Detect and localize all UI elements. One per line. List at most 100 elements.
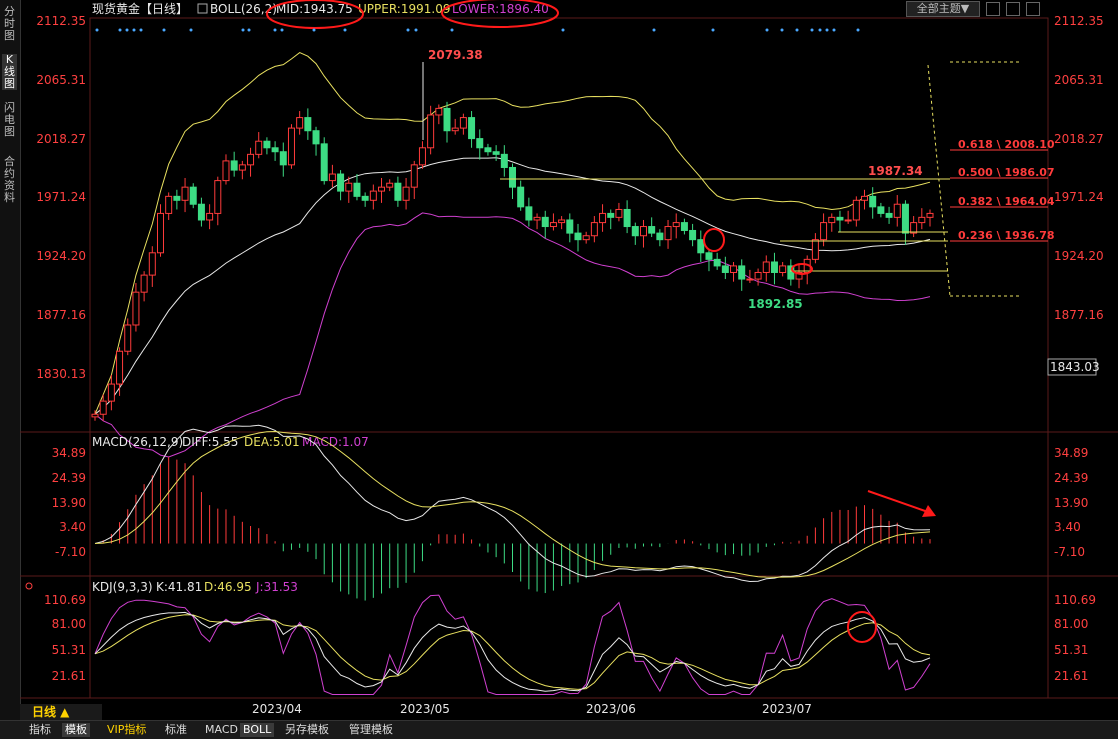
candle-body <box>156 212 164 254</box>
kdj-tick: 51.31 <box>1054 643 1088 657</box>
candle-body <box>762 261 770 273</box>
tab-standard[interactable]: 标准 <box>162 723 190 737</box>
tab-macd[interactable]: MACD <box>202 723 241 737</box>
chart-area[interactable]: 现货黄金【日线】 BOLL(26,2) MID:1943.75 UPPER:19… <box>0 0 1118 720</box>
tab-manage-template[interactable]: 管理模板 <box>346 723 396 737</box>
kdj-settings-icon[interactable] <box>25 582 33 590</box>
macd-title: MACD(26,12,9) <box>92 435 183 449</box>
kdj-tick-left: 81.00 <box>52 617 86 631</box>
candle-body <box>116 350 124 385</box>
marker-circle <box>703 228 725 252</box>
candle-body <box>656 232 664 241</box>
price-tick: 1877.16 <box>1054 308 1104 322</box>
window-settings-icon[interactable] <box>986 2 1000 16</box>
candle-body <box>402 186 410 201</box>
kdj-tick-left: 110.69 <box>44 593 86 607</box>
tab-template[interactable]: 模板 <box>62 723 90 737</box>
candle-body <box>607 212 615 218</box>
window-minimize-icon[interactable] <box>1006 2 1020 16</box>
price-tick-left: 1924.20 <box>36 249 86 263</box>
candle-body <box>623 208 631 228</box>
candle-body <box>271 147 279 153</box>
macd-tick: -7.10 <box>1054 545 1085 559</box>
candle-body <box>492 151 500 155</box>
macd-dea-label: DEA:5.01 <box>244 435 300 449</box>
tab-save-template[interactable]: 另存模板 <box>282 723 332 737</box>
candle-body <box>99 400 107 415</box>
macd-tick-left: 24.39 <box>52 471 86 485</box>
candle-body <box>345 182 353 192</box>
candle-body <box>877 206 885 214</box>
macd-tick: 13.90 <box>1054 496 1088 510</box>
candle-body <box>631 226 639 237</box>
candle-body <box>263 140 271 149</box>
candle-body <box>91 413 99 418</box>
candle-body <box>558 219 566 224</box>
candle-body <box>509 166 516 188</box>
price-axis-left: 2112.35 2065.31 2018.27 1971.24 1924.20 … <box>36 14 86 381</box>
candle-body <box>279 151 287 166</box>
signal-dot <box>765 28 769 32</box>
price-tick: 2065.31 <box>1054 73 1104 87</box>
candle-body <box>328 173 336 182</box>
candle-body <box>124 324 132 352</box>
candle-body <box>689 229 697 241</box>
candle-body <box>222 160 230 182</box>
x-label: 2023/07 <box>762 702 812 716</box>
candle-body <box>639 226 647 237</box>
candle-body <box>296 117 304 129</box>
candle-body <box>901 203 909 234</box>
trend-arrow-line <box>867 490 929 513</box>
candle-body <box>435 107 443 116</box>
candle-body <box>730 265 738 273</box>
candle-body <box>459 117 467 129</box>
theme-select-button[interactable]: 全部主题▼ <box>906 1 980 17</box>
candle-body <box>140 274 148 293</box>
macd-tick-left: 34.89 <box>52 446 86 460</box>
macd-tick: 34.89 <box>1054 446 1088 460</box>
candle-body <box>410 164 418 188</box>
candle-body <box>754 271 762 280</box>
boll-upper-label: UPPER:1991.09 <box>358 2 450 16</box>
local-high-annotation: 1987.34 <box>868 164 923 178</box>
period-selector[interactable]: 日线 ▲ <box>20 704 102 720</box>
macd-tick: 24.39 <box>1054 471 1088 485</box>
tab-indicator[interactable]: 指标 <box>26 723 54 737</box>
candle-body <box>214 180 222 214</box>
candle-body <box>287 127 295 166</box>
candle-body <box>926 212 934 218</box>
kdj-d-label: D:46.95 <box>204 580 252 594</box>
candle-body <box>394 182 402 201</box>
kdj-j-label: J:31.53 <box>255 580 298 594</box>
price-tick-left: 2018.27 <box>36 132 86 146</box>
signal-dot <box>561 28 565 32</box>
kdj-axis-left: 110.69 81.00 51.31 21.61 <box>44 593 86 683</box>
signal-dot <box>414 28 418 32</box>
candle-body <box>525 206 533 221</box>
signal-dot <box>856 28 860 32</box>
candle-body <box>468 117 476 140</box>
candle-body <box>590 222 598 237</box>
candle-body <box>828 216 836 224</box>
candle-body <box>820 222 828 241</box>
candle-body <box>893 203 901 218</box>
candle-body <box>476 138 484 149</box>
kdj-tick: 21.61 <box>1054 669 1088 683</box>
tab-boll[interactable]: BOLL <box>240 723 275 737</box>
candle-body <box>811 239 819 260</box>
window-close-icon[interactable] <box>1026 2 1040 16</box>
macd-tick-left: 13.90 <box>52 496 86 510</box>
x-label: 2023/06 <box>586 702 636 716</box>
kdj-tick: 110.69 <box>1054 593 1096 607</box>
candle-body <box>672 222 680 228</box>
candle-body <box>238 164 246 171</box>
candle-body <box>181 186 189 201</box>
signal-dot <box>795 28 799 32</box>
candle-body <box>173 195 181 201</box>
signal-dot <box>832 28 836 32</box>
tab-vip-indicator[interactable]: VIP指标 <box>104 723 149 737</box>
signal-dot <box>312 28 316 32</box>
signal-dot <box>810 28 814 32</box>
macd-axis-right: 34.89 24.39 13.90 3.40 -7.10 <box>1054 446 1088 559</box>
signal-dot <box>652 28 656 32</box>
